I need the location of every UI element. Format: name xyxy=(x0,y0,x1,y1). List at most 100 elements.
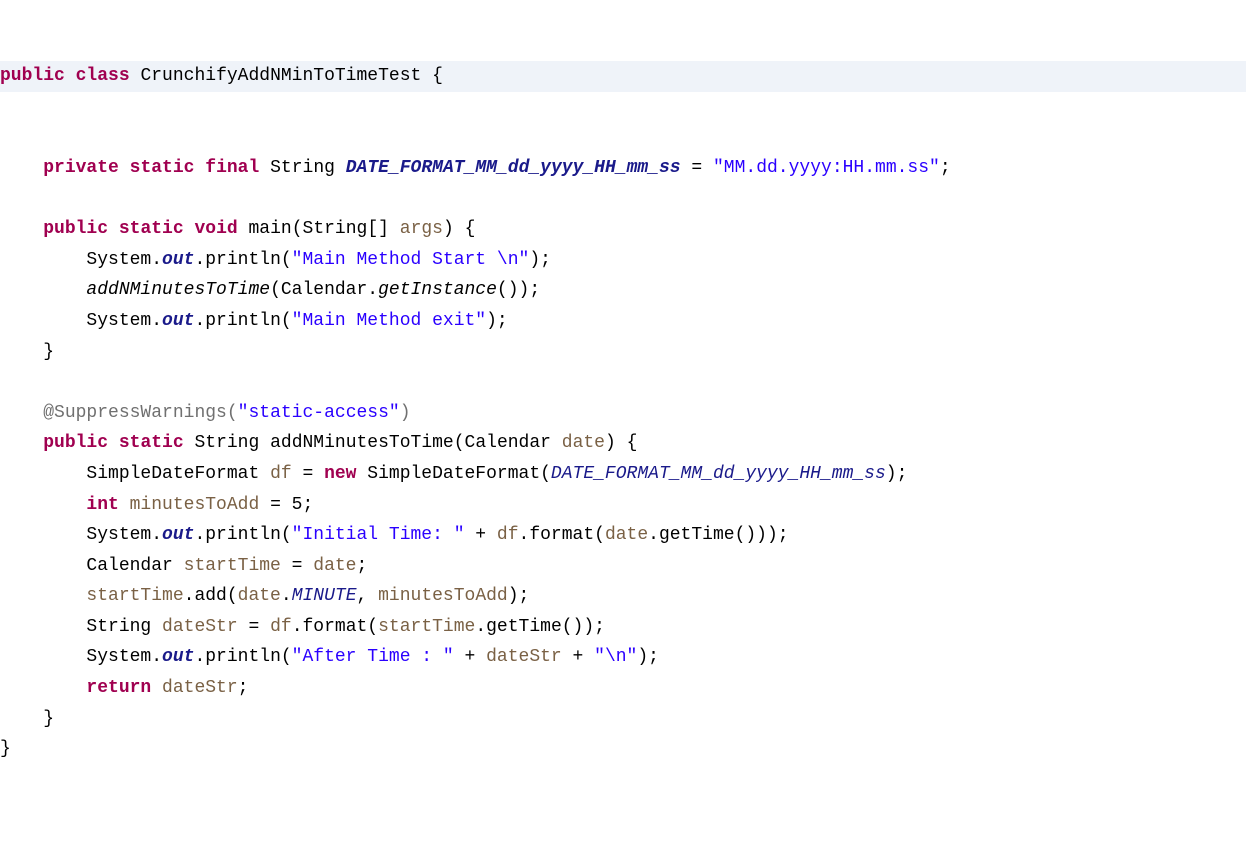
code-line-11: @SuppressWarnings("static-access") xyxy=(0,403,411,423)
end: ); xyxy=(886,464,908,484)
var: startTime xyxy=(184,556,281,576)
var: minutesToAdd xyxy=(378,586,508,606)
type: Calendar xyxy=(86,556,183,576)
keyword-int: int xyxy=(86,495,118,515)
end: ); xyxy=(486,311,508,331)
var: date xyxy=(313,556,356,576)
minute-field: MINUTE xyxy=(292,586,357,606)
code-line-22: } xyxy=(0,739,11,759)
param: date xyxy=(562,433,605,453)
format: .format( xyxy=(292,617,378,637)
code-line-9: } xyxy=(0,342,54,362)
code-line-20: return dateStr; xyxy=(0,678,248,698)
brace: } xyxy=(43,342,54,362)
string-literal: "MM.dd.yyyy:HH.mm.ss" xyxy=(713,158,940,178)
code-line-14: int minutesToAdd = 5; xyxy=(0,495,313,515)
type: String[] xyxy=(303,219,389,239)
keyword-return: return xyxy=(86,678,151,698)
code-line-10 xyxy=(0,372,11,392)
println: .println( xyxy=(194,250,291,270)
paren-brace: ) { xyxy=(443,219,475,239)
var: df xyxy=(497,525,519,545)
get-instance: getInstance xyxy=(378,280,497,300)
plus: + xyxy=(454,647,486,667)
system: System. xyxy=(86,250,162,270)
dot: . xyxy=(281,586,292,606)
end: ); xyxy=(529,250,551,270)
code-line-5: public static void main(String[] args) { xyxy=(0,219,475,239)
code-line-3: private static final String DATE_FORMAT_… xyxy=(0,158,951,178)
keyword-void: void xyxy=(194,219,237,239)
string-literal: "\n" xyxy=(594,647,637,667)
code-line-15: System.out.println("Initial Time: " + df… xyxy=(0,525,789,545)
out-field: out xyxy=(162,525,194,545)
field-name: DATE_FORMAT_MM_dd_yyyy_HH_mm_ss xyxy=(346,158,681,178)
var: date xyxy=(605,525,648,545)
keyword-public: public xyxy=(0,66,65,86)
param: args xyxy=(400,219,443,239)
method-name: main xyxy=(249,219,292,239)
keyword-private: private xyxy=(43,158,119,178)
keyword-final: final xyxy=(205,158,259,178)
keyword-public: public xyxy=(43,219,108,239)
type: SimpleDateFormat xyxy=(86,464,270,484)
code-line-13: SimpleDateFormat df = new SimpleDateForm… xyxy=(0,464,907,484)
code-line-4 xyxy=(0,189,11,209)
keyword-static: static xyxy=(119,433,184,453)
end: ); xyxy=(508,586,530,606)
keyword-static: static xyxy=(130,158,195,178)
var: minutesToAdd xyxy=(119,495,259,515)
code-line-6: System.out.println("Main Method Start \n… xyxy=(0,250,551,270)
eq: = xyxy=(238,617,270,637)
code-line-19: System.out.println("After Time : " + dat… xyxy=(0,647,659,667)
add: .add( xyxy=(184,586,238,606)
eq: = xyxy=(681,158,713,178)
paren: (Calendar xyxy=(454,433,562,453)
var: dateStr xyxy=(486,647,562,667)
type: String xyxy=(194,433,259,453)
paren-brace: ) { xyxy=(605,433,637,453)
println: .println( xyxy=(194,647,291,667)
string-literal: "After Time : " xyxy=(292,647,454,667)
code-line-7: addNMinutesToTime(Calendar.getInstance()… xyxy=(0,280,540,300)
eq-val: = 5; xyxy=(259,495,313,515)
var: date xyxy=(238,586,281,606)
code-line-18: String dateStr = df.format(startTime.get… xyxy=(0,617,605,637)
paren: ) xyxy=(400,403,411,423)
plus: + xyxy=(465,525,497,545)
code-line-12: public static String addNMinutesToTime(C… xyxy=(0,433,637,453)
annotation: @SuppressWarnings xyxy=(43,403,227,423)
var: startTime xyxy=(86,586,183,606)
code-line-17: startTime.add(date.MINUTE, minutesToAdd)… xyxy=(0,586,529,606)
format: .format( xyxy=(519,525,605,545)
paren: (Calendar. xyxy=(270,280,378,300)
type: String xyxy=(86,617,162,637)
string-literal: "Main Method exit" xyxy=(292,311,486,331)
keyword-static: static xyxy=(119,219,184,239)
eq: = xyxy=(292,464,324,484)
println: .println( xyxy=(194,311,291,331)
code-line-21: } xyxy=(0,709,54,729)
brace: } xyxy=(43,709,54,729)
end: ()); xyxy=(497,280,540,300)
var: dateStr xyxy=(162,617,238,637)
string-literal: "Main Method Start \n" xyxy=(292,250,530,270)
out-field: out xyxy=(162,647,194,667)
string-literal: "Initial Time: " xyxy=(292,525,465,545)
out-field: out xyxy=(162,250,194,270)
semi: ; xyxy=(940,158,951,178)
out-field: out xyxy=(162,311,194,331)
eq: = xyxy=(281,556,313,576)
semi: ; xyxy=(356,556,367,576)
comma: , xyxy=(357,586,379,606)
method-name: addNMinutesToTime xyxy=(270,433,454,453)
system: System. xyxy=(86,647,162,667)
system: System. xyxy=(86,311,162,331)
code-line-2 xyxy=(0,127,11,147)
var: startTime xyxy=(378,617,475,637)
plus: + xyxy=(562,647,594,667)
string-literal: "static-access" xyxy=(238,403,400,423)
keyword-public: public xyxy=(43,433,108,453)
keyword-new: new xyxy=(324,464,356,484)
var: dateStr xyxy=(151,678,237,698)
